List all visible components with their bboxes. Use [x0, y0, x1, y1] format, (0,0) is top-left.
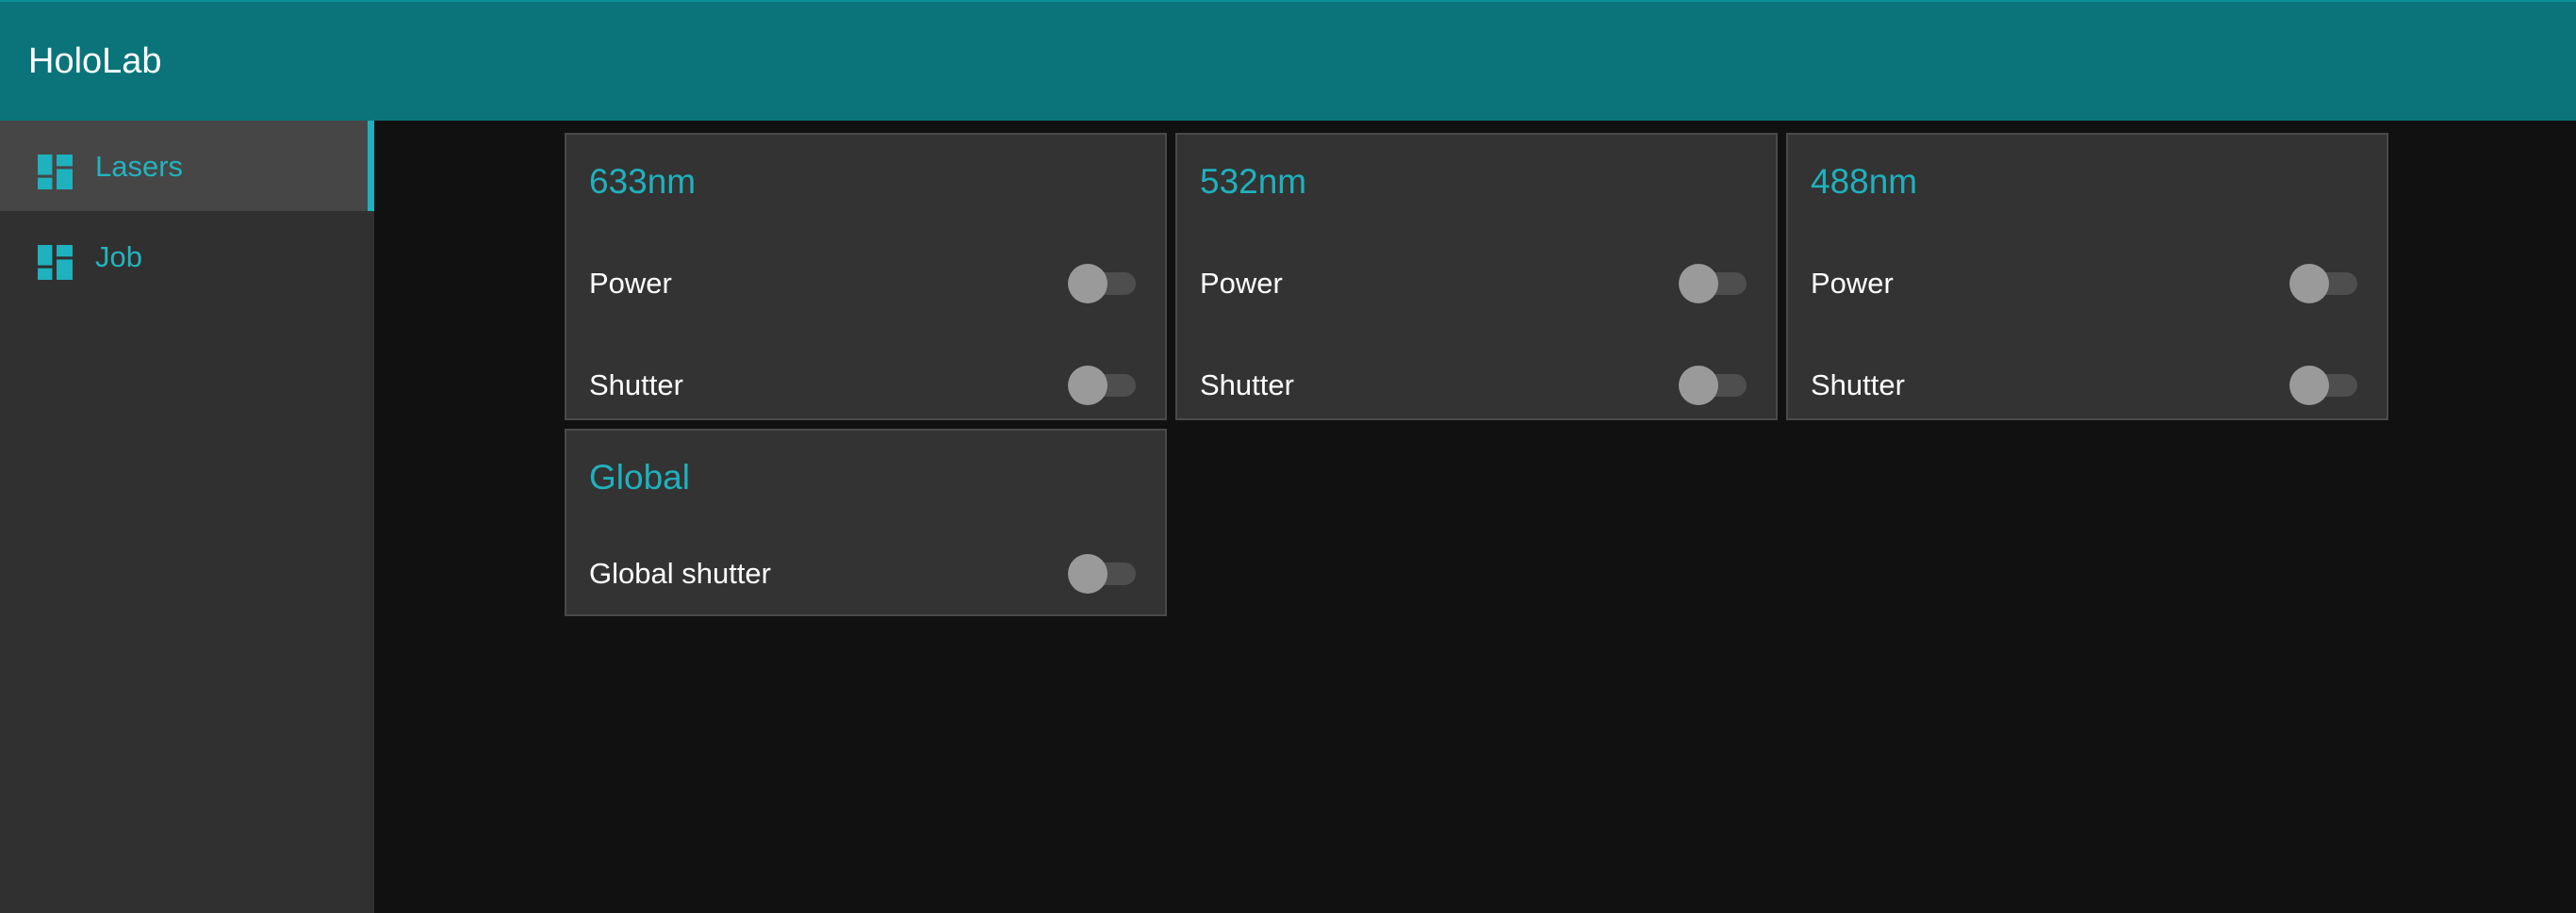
sidebar-item-job[interactable]: Job: [0, 211, 374, 302]
card-title: 532nm: [1200, 162, 1307, 201]
sidebar: Lasers Job: [0, 121, 374, 913]
global-shutter-label: Global shutter: [589, 557, 771, 590]
toggle-knob: [1068, 554, 1108, 594]
toggle-knob: [1068, 366, 1108, 405]
dashboard-icon: [38, 245, 73, 280]
shutter-label: Shutter: [1811, 368, 1905, 401]
laser-card-532nm: 532nm Power Shutter: [1175, 133, 1778, 420]
sidebar-item-label: Job: [95, 240, 142, 273]
power-label: Power: [589, 267, 672, 300]
toggle-knob: [1679, 264, 1718, 303]
main-content: 633nm Power Shutter 532nm Power Shutter …: [374, 121, 2576, 913]
app-header: HoloLab: [0, 0, 2576, 121]
toggle-knob: [1068, 264, 1108, 303]
card-title: 633nm: [589, 162, 697, 201]
laser-card-633nm: 633nm Power Shutter: [565, 133, 1167, 420]
shutter-label: Shutter: [589, 368, 683, 401]
global-card: Global Global shutter: [565, 429, 1167, 616]
shutter-toggle[interactable]: [1679, 365, 1747, 406]
toggle-knob: [2289, 264, 2329, 303]
laser-card-488nm: 488nm Power Shutter: [1786, 133, 2388, 420]
power-toggle[interactable]: [2289, 263, 2357, 304]
power-label: Power: [1200, 267, 1283, 300]
power-toggle[interactable]: [1679, 263, 1747, 304]
shutter-toggle[interactable]: [2289, 365, 2357, 406]
global-shutter-toggle[interactable]: [1068, 553, 1136, 595]
toggle-knob: [2289, 366, 2329, 405]
power-toggle[interactable]: [1068, 263, 1136, 304]
sidebar-item-label: Lasers: [95, 150, 184, 183]
dashboard-icon: [38, 155, 73, 189]
card-title: 488nm: [1811, 162, 1918, 201]
app-title: HoloLab: [28, 41, 162, 81]
toggle-knob: [1679, 366, 1718, 405]
power-label: Power: [1811, 267, 1894, 300]
sidebar-item-lasers[interactable]: Lasers: [0, 121, 374, 211]
shutter-toggle[interactable]: [1068, 365, 1136, 406]
shutter-label: Shutter: [1200, 368, 1294, 401]
card-title: Global: [589, 458, 690, 497]
